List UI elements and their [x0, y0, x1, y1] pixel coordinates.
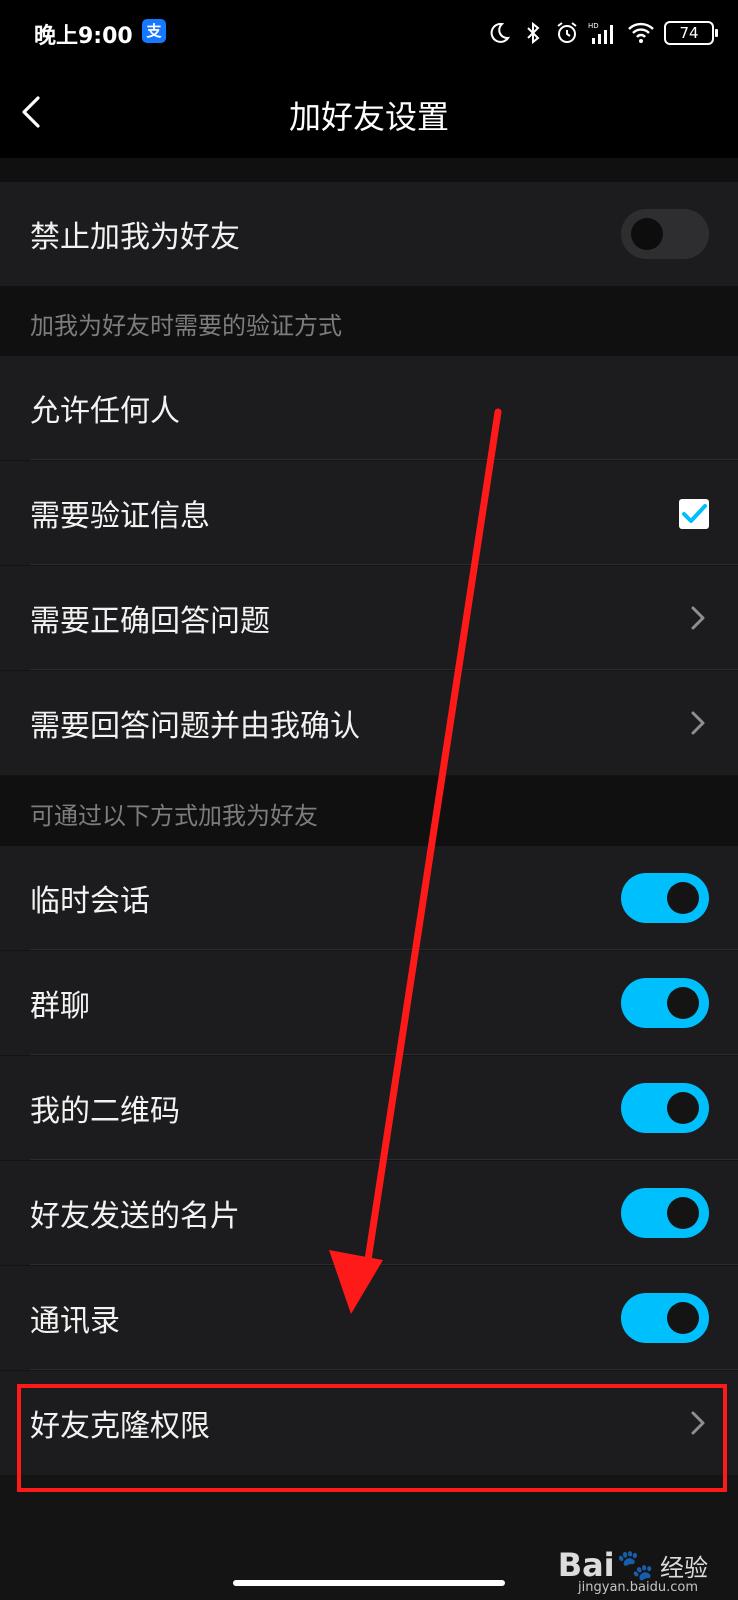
home-indicator[interactable]: [233, 1580, 505, 1586]
list-item-business-card[interactable]: 好友发送的名片: [0, 1161, 738, 1265]
list-item-temp-session[interactable]: 临时会话: [0, 846, 738, 950]
paw-icon: 🐾: [616, 1547, 654, 1583]
section-header-label: 加我为好友时需要的验证方式: [30, 312, 342, 340]
block-friend-request-row[interactable]: 禁止加我为好友: [0, 182, 738, 286]
business-card-toggle[interactable]: [621, 1188, 709, 1238]
chevron-right-icon: [691, 606, 705, 630]
list-item-answer-and-confirm[interactable]: 需要回答问题并由我确认: [0, 671, 738, 775]
row-label: 通讯录: [30, 1304, 120, 1339]
page-title: 加好友设置: [288, 98, 449, 136]
hd-signal-icon: HD: [588, 22, 613, 44]
battery-icon: 74: [664, 21, 718, 45]
list-item-allow-anyone[interactable]: 允许任何人: [0, 356, 738, 460]
toggle-knob: [667, 987, 699, 1019]
nav-bar: 加好友设置: [0, 66, 738, 158]
row-label: 我的二维码: [30, 1094, 180, 1129]
toggle-knob: [631, 218, 663, 250]
divider: [30, 564, 738, 565]
status-bar: 晚上9:00 支 HD 74: [0, 0, 738, 66]
divider: [30, 1369, 738, 1370]
row-label: 好友发送的名片: [30, 1199, 240, 1234]
list-item-group-chat[interactable]: 群聊: [0, 951, 738, 1055]
block-friend-request-toggle[interactable]: [621, 209, 709, 259]
row-label: 需要回答问题并由我确认: [30, 709, 360, 744]
divider: [30, 949, 738, 950]
watermark-cn: 经验: [660, 1553, 708, 1582]
list-item-correct-answer[interactable]: 需要正确回答问题: [0, 566, 738, 670]
checkmark-icon: [682, 504, 707, 523]
row-label: 允许任何人: [30, 394, 180, 429]
status-icons: HD 74: [486, 18, 718, 48]
divider: [30, 1159, 738, 1160]
contacts-toggle[interactable]: [621, 1293, 709, 1343]
list-item-qr-code[interactable]: 我的二维码: [0, 1056, 738, 1160]
toggle-knob: [667, 1302, 699, 1334]
row-label: 群聊: [30, 989, 90, 1024]
svg-text:HD: HD: [588, 22, 599, 30]
group-chat-toggle[interactable]: [621, 978, 709, 1028]
toggle-knob: [667, 1197, 699, 1229]
section-header-methods: 可通过以下方式加我为好友: [0, 776, 738, 846]
list-item-require-verification[interactable]: 需要验证信息: [0, 461, 738, 565]
list-item-contacts[interactable]: 通讯录: [0, 1266, 738, 1370]
qr-code-toggle[interactable]: [621, 1083, 709, 1133]
row-label: 禁止加我为好友: [30, 220, 240, 255]
status-time: 晚上9:00: [34, 24, 133, 49]
spacer: [0, 158, 738, 182]
row-label: 需要正确回答问题: [30, 604, 270, 639]
wifi-icon: [628, 22, 654, 43]
toggle-knob: [667, 882, 699, 914]
bluetooth-icon: [527, 21, 540, 45]
highlight-box: [17, 1384, 727, 1492]
row-label: 需要验证信息: [30, 499, 210, 534]
watermark-url: jingyan.baidu.com: [578, 1580, 698, 1595]
temp-session-toggle[interactable]: [621, 873, 709, 923]
divider: [30, 459, 738, 460]
alipay-icon: 支: [142, 19, 166, 43]
divider: [30, 669, 738, 670]
row-label: 临时会话: [30, 884, 150, 919]
divider: [30, 1054, 738, 1055]
watermark-brand: Bai: [557, 1546, 615, 1584]
section-header-verification: 加我为好友时需要的验证方式: [0, 286, 738, 356]
moon-icon: [490, 22, 511, 43]
section-header-label: 可通过以下方式加我为好友: [30, 802, 318, 830]
toggle-knob: [667, 1092, 699, 1124]
checkbox[interactable]: [679, 499, 709, 529]
chevron-right-icon: [691, 711, 705, 735]
divider: [30, 1264, 738, 1265]
alarm-icon: [557, 22, 577, 43]
